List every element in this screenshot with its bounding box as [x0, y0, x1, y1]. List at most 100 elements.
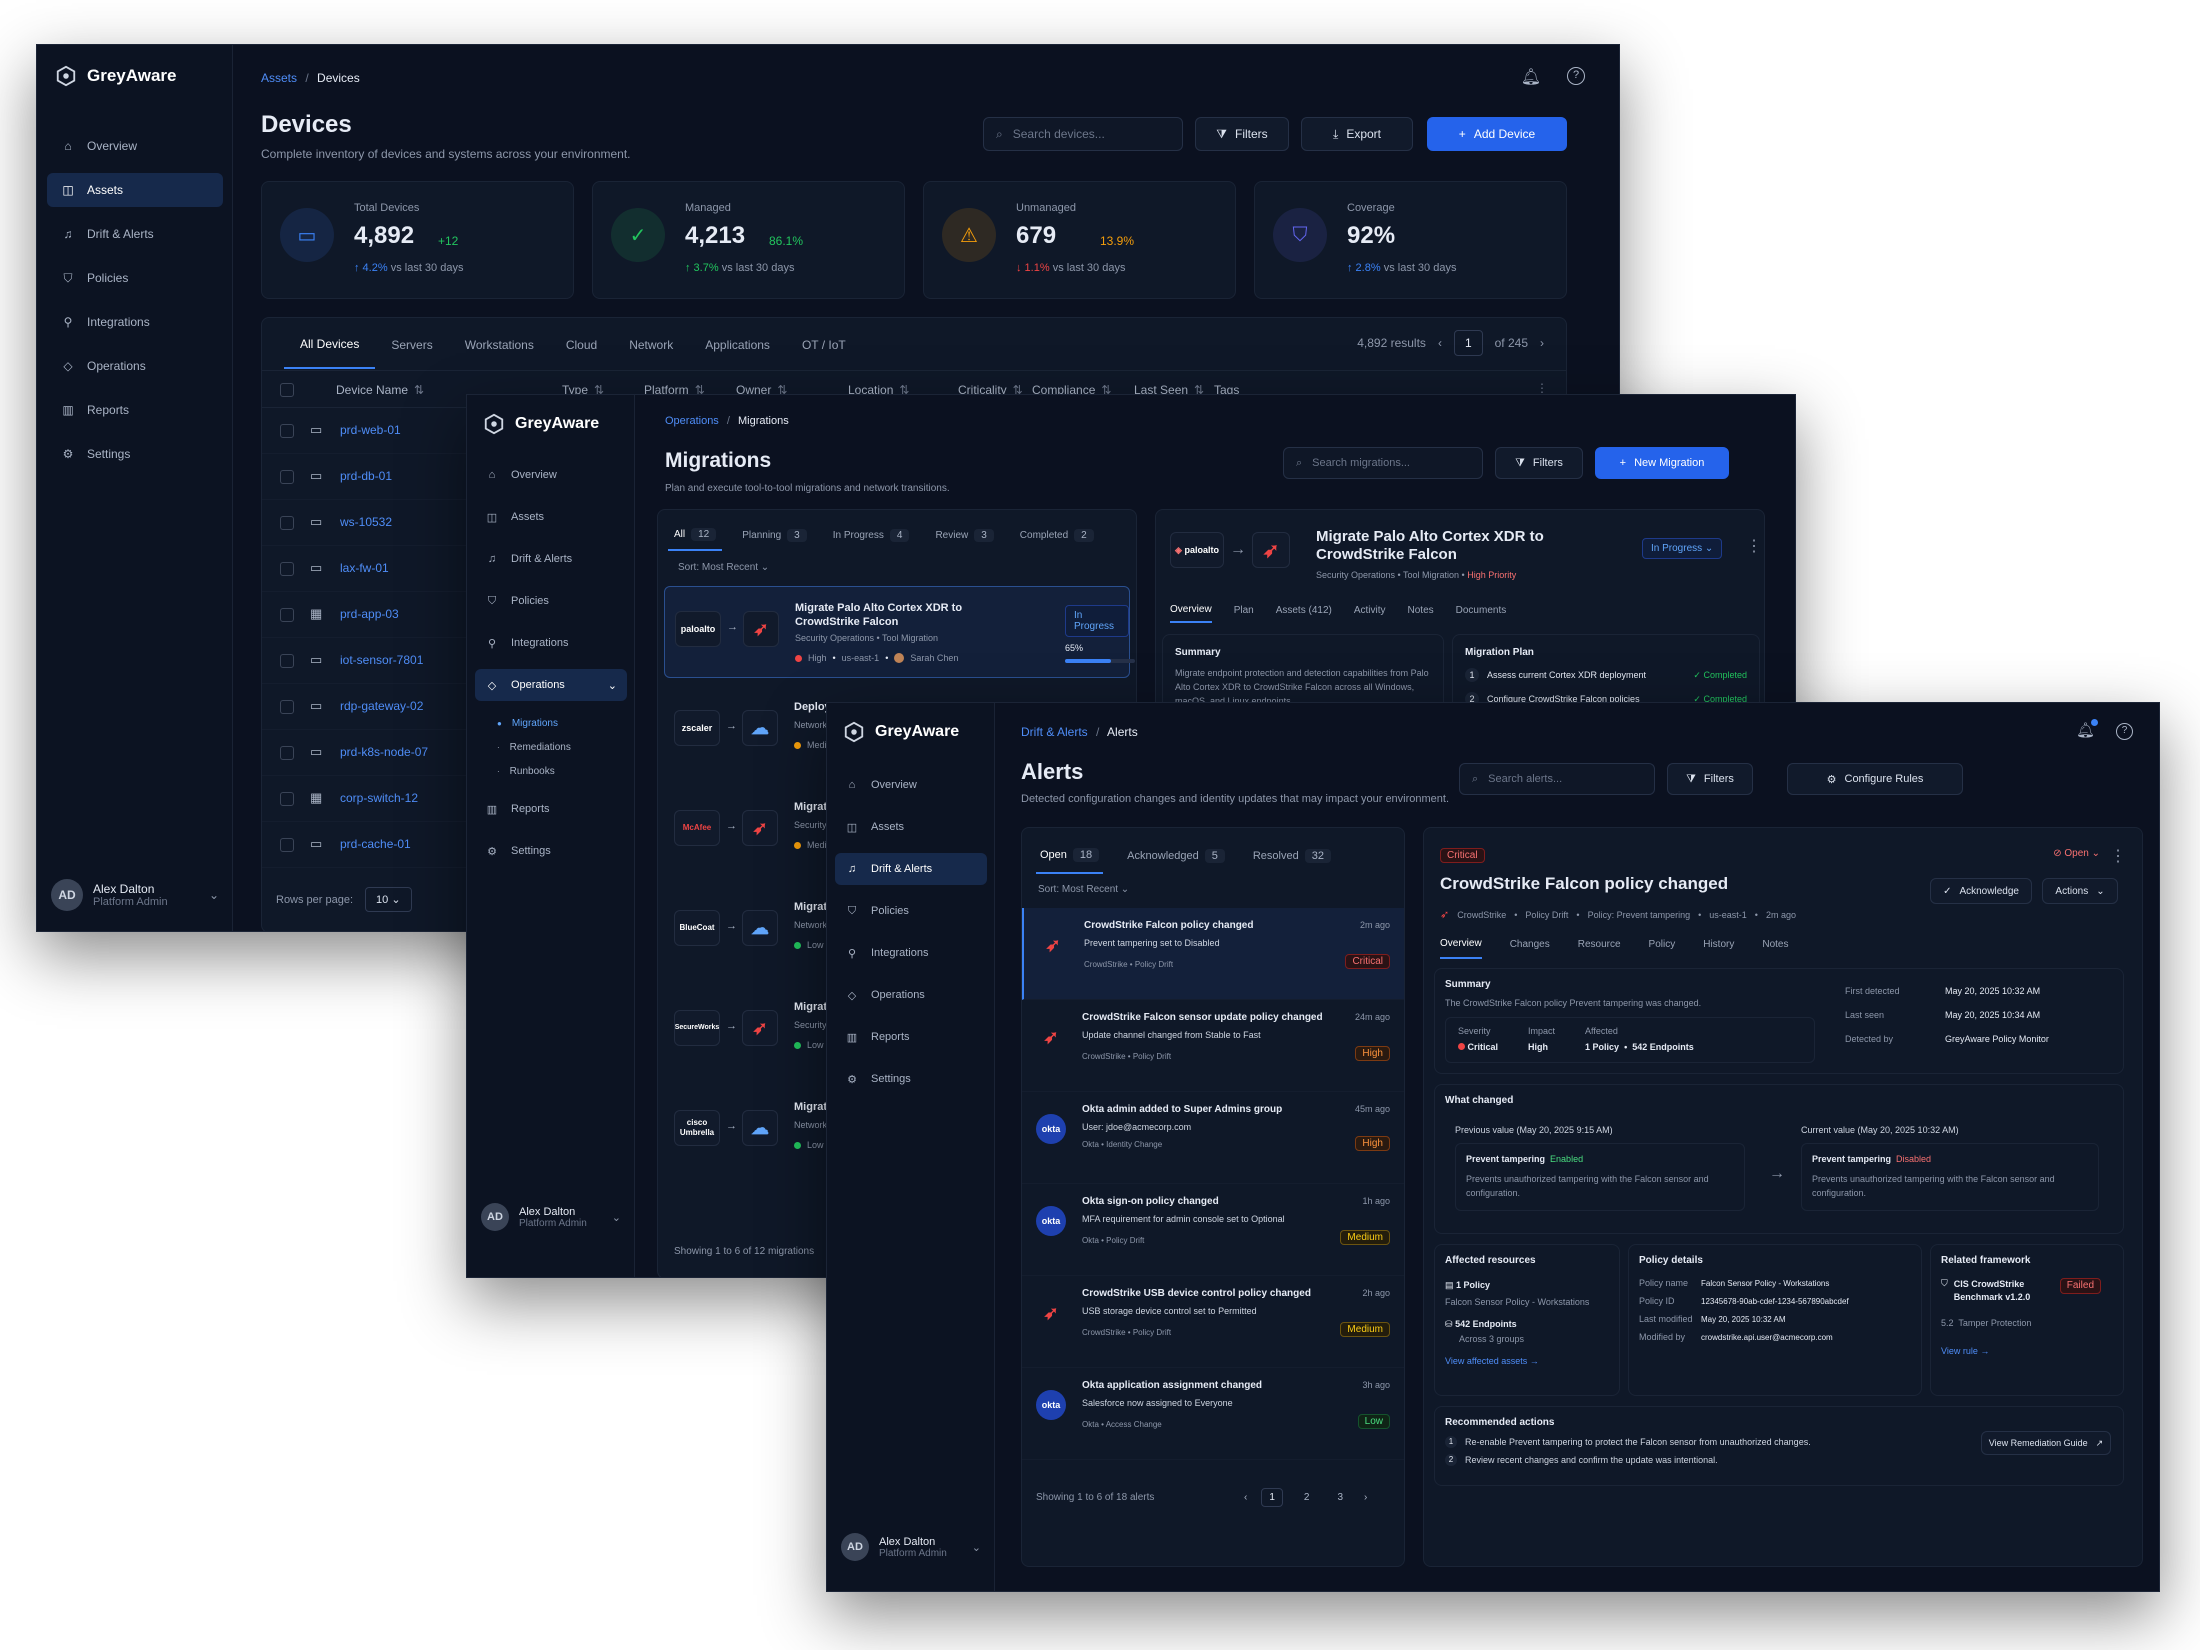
detail-tab-overview[interactable]: Overview [1170, 604, 1212, 623]
user-menu[interactable]: AD Alex Dalton Platform Admin ⌄ [51, 879, 219, 911]
alert-item[interactable]: ➶ CrowdStrike Falcon policy changed Preven… [1022, 908, 1404, 1000]
page-button[interactable]: 2 [1297, 1489, 1317, 1506]
user-menu[interactable]: AD Alex Dalton Platform Admin ⌄ [841, 1533, 981, 1561]
sidebar-item-assets[interactable]: ◫ Assets [835, 811, 987, 843]
sidebar-item-operations[interactable]: ◇ Operations ⌄ [475, 669, 627, 701]
logo[interactable]: GreyAware [483, 413, 599, 435]
row-checkbox[interactable] [280, 562, 294, 576]
sidebar-item-assets[interactable]: ◫ Assets [47, 173, 223, 207]
actions-button[interactable]: Actions ⌄ [2042, 878, 2118, 904]
alert-item[interactable]: okta Okta sign-on policy changed MFA requi… [1022, 1184, 1404, 1276]
view-rule-link[interactable]: View rule → [1941, 1346, 2113, 1356]
tab-acknowledged[interactable]: Acknowledged 5 [1123, 841, 1229, 873]
status-select[interactable]: In Progress ⌄ [1642, 538, 1723, 559]
device-name-link[interactable]: prd-k8s-node-07 [340, 745, 428, 759]
row-checkbox[interactable] [280, 838, 294, 852]
row-checkbox[interactable] [280, 424, 294, 438]
migration-item[interactable]: paloalto → ➶ Migrate Palo Alto Cortex XDR t… [664, 586, 1135, 678]
sidebar-item-integrations[interactable]: ⚲ Integrations [835, 937, 987, 969]
chevron-right-icon[interactable]: › [1364, 1492, 1367, 1503]
sidebar-item-overview[interactable]: ⌂ Overview [47, 129, 223, 163]
more-icon[interactable]: ⋮ [1746, 536, 1762, 556]
device-name-link[interactable]: prd-cache-01 [340, 837, 411, 851]
tab-planning[interactable]: Planning 3 [736, 523, 812, 550]
tab-review[interactable]: Review 3 [929, 523, 999, 550]
detail-tab-history[interactable]: History [1703, 939, 1734, 958]
breadcrumb-drift-alerts[interactable]: Drift & Alerts [1021, 725, 1088, 739]
device-name-link[interactable]: prd-db-01 [340, 469, 392, 483]
device-name-link[interactable]: prd-web-01 [340, 423, 401, 437]
page-button[interactable]: 3 [1330, 1489, 1350, 1506]
row-checkbox[interactable] [280, 608, 294, 622]
more-icon[interactable]: ⋮ [2110, 846, 2126, 866]
export-button[interactable]: ⤓ Export [1301, 117, 1413, 151]
status-select[interactable]: ⊘ Open ⌄ [2053, 848, 2100, 859]
user-menu[interactable]: AD Alex Dalton Platform Admin ⌄ [481, 1203, 621, 1231]
view-affected-link[interactable]: View affected assets → [1445, 1356, 1609, 1366]
sidebar-item-reports[interactable]: ▥ Reports [475, 793, 627, 825]
detail-tab-policy[interactable]: Policy [1649, 939, 1676, 958]
detail-tab-activity[interactable]: Activity [1354, 605, 1386, 622]
detail-tab-resource[interactable]: Resource [1578, 939, 1621, 958]
tab-workstations[interactable]: Workstations [449, 320, 550, 368]
sidebar-item-integrations[interactable]: ⚲ Integrations [475, 627, 627, 659]
search-input[interactable]: ⌕ Search migrations... [1283, 447, 1483, 479]
sidebar-item-drift-alerts[interactable]: ♫ Drift & Alerts [475, 543, 627, 575]
sidebar-item-policies[interactable]: ⛉ Policies [47, 261, 223, 295]
tab-completed[interactable]: Completed 2 [1014, 523, 1100, 550]
breadcrumb-assets[interactable]: Assets [261, 71, 297, 85]
device-name-link[interactable]: ws-10532 [340, 515, 392, 529]
logo[interactable]: GreyAware [843, 721, 959, 743]
sidebar-item-assets[interactable]: ◫ Assets [475, 501, 627, 533]
tab-applications[interactable]: Applications [689, 320, 786, 368]
alert-item[interactable]: ➶ CrowdStrike USB device control policy c… [1022, 1276, 1404, 1368]
filters-button[interactable]: ⧩ Filters [1667, 763, 1753, 795]
bell-icon[interactable]: 🔔︎ [2076, 719, 2098, 739]
device-name-link[interactable]: iot-sensor-7801 [340, 653, 423, 667]
sidebar-item-policies[interactable]: ⛉ Policies [835, 895, 987, 927]
page-button[interactable]: 1 [1261, 1488, 1283, 1507]
column-menu-icon[interactable]: ⋮ [1536, 381, 1548, 395]
help-icon[interactable]: ? [2116, 723, 2133, 740]
device-name-link[interactable]: prd-app-03 [340, 607, 399, 621]
sidebar-item-settings[interactable]: ⚙ Settings [47, 437, 223, 471]
sidebar-item-integrations[interactable]: ⚲ Integrations [47, 305, 223, 339]
chevron-left-icon[interactable]: ‹ [1244, 1492, 1247, 1503]
tab-network[interactable]: Network [613, 320, 689, 368]
subnav-item-remediations[interactable]: · Remediations [475, 735, 627, 759]
logo[interactable]: GreyAware [55, 65, 176, 87]
detail-tab-notes[interactable]: Notes [1408, 605, 1434, 622]
row-checkbox[interactable] [280, 792, 294, 806]
search-input[interactable]: ⌕ Search devices... [983, 117, 1183, 151]
filters-button[interactable]: ⧩ Filters [1195, 117, 1289, 151]
help-icon[interactable]: ? [1567, 67, 1585, 85]
chevron-left-icon[interactable]: ‹ [1438, 336, 1442, 350]
tab-cloud[interactable]: Cloud [550, 320, 613, 368]
tab-all[interactable]: All 12 [668, 522, 723, 551]
alert-item[interactable]: okta Okta admin added to Super Admins gro… [1022, 1092, 1404, 1184]
acknowledge-button[interactable]: ✓ Acknowledge [1930, 878, 2032, 904]
detail-tab-assets-412-[interactable]: Assets (412) [1276, 605, 1332, 622]
tab-servers[interactable]: Servers [375, 320, 448, 368]
detail-tab-overview[interactable]: Overview [1440, 938, 1482, 959]
column-header[interactable]: Device Name ⇅ [336, 383, 424, 397]
row-checkbox[interactable] [280, 516, 294, 530]
detail-tab-plan[interactable]: Plan [1234, 605, 1254, 622]
alert-item[interactable]: okta Okta application assignment changed S… [1022, 1368, 1404, 1460]
sort-select[interactable]: Sort: Most Recent ⌄ [1038, 884, 1129, 895]
sidebar-item-overview[interactable]: ⌂ Overview [835, 769, 987, 801]
sidebar-item-policies[interactable]: ⛉ Policies [475, 585, 627, 617]
sidebar-item-settings[interactable]: ⚙ Settings [475, 835, 627, 867]
sidebar-item-settings[interactable]: ⚙ Settings [835, 1063, 987, 1095]
tab-open[interactable]: Open 18 [1036, 840, 1104, 874]
remediation-guide-button[interactable]: View Remediation Guide ↗ [1981, 1431, 2111, 1455]
row-checkbox[interactable] [280, 470, 294, 484]
rows-per-page-select[interactable]: 10 ⌄ [365, 887, 412, 912]
detail-tab-changes[interactable]: Changes [1510, 939, 1550, 958]
sidebar-item-operations[interactable]: ◇ Operations [835, 979, 987, 1011]
subnav-item-migrations[interactable]: ● Migrations [475, 711, 627, 735]
row-checkbox[interactable] [280, 746, 294, 760]
sidebar-item-reports[interactable]: ▥ Reports [835, 1021, 987, 1053]
sidebar-item-drift-alerts[interactable]: ♫ Drift & Alerts [835, 853, 987, 885]
sidebar-item-operations[interactable]: ◇ Operations [47, 349, 223, 383]
